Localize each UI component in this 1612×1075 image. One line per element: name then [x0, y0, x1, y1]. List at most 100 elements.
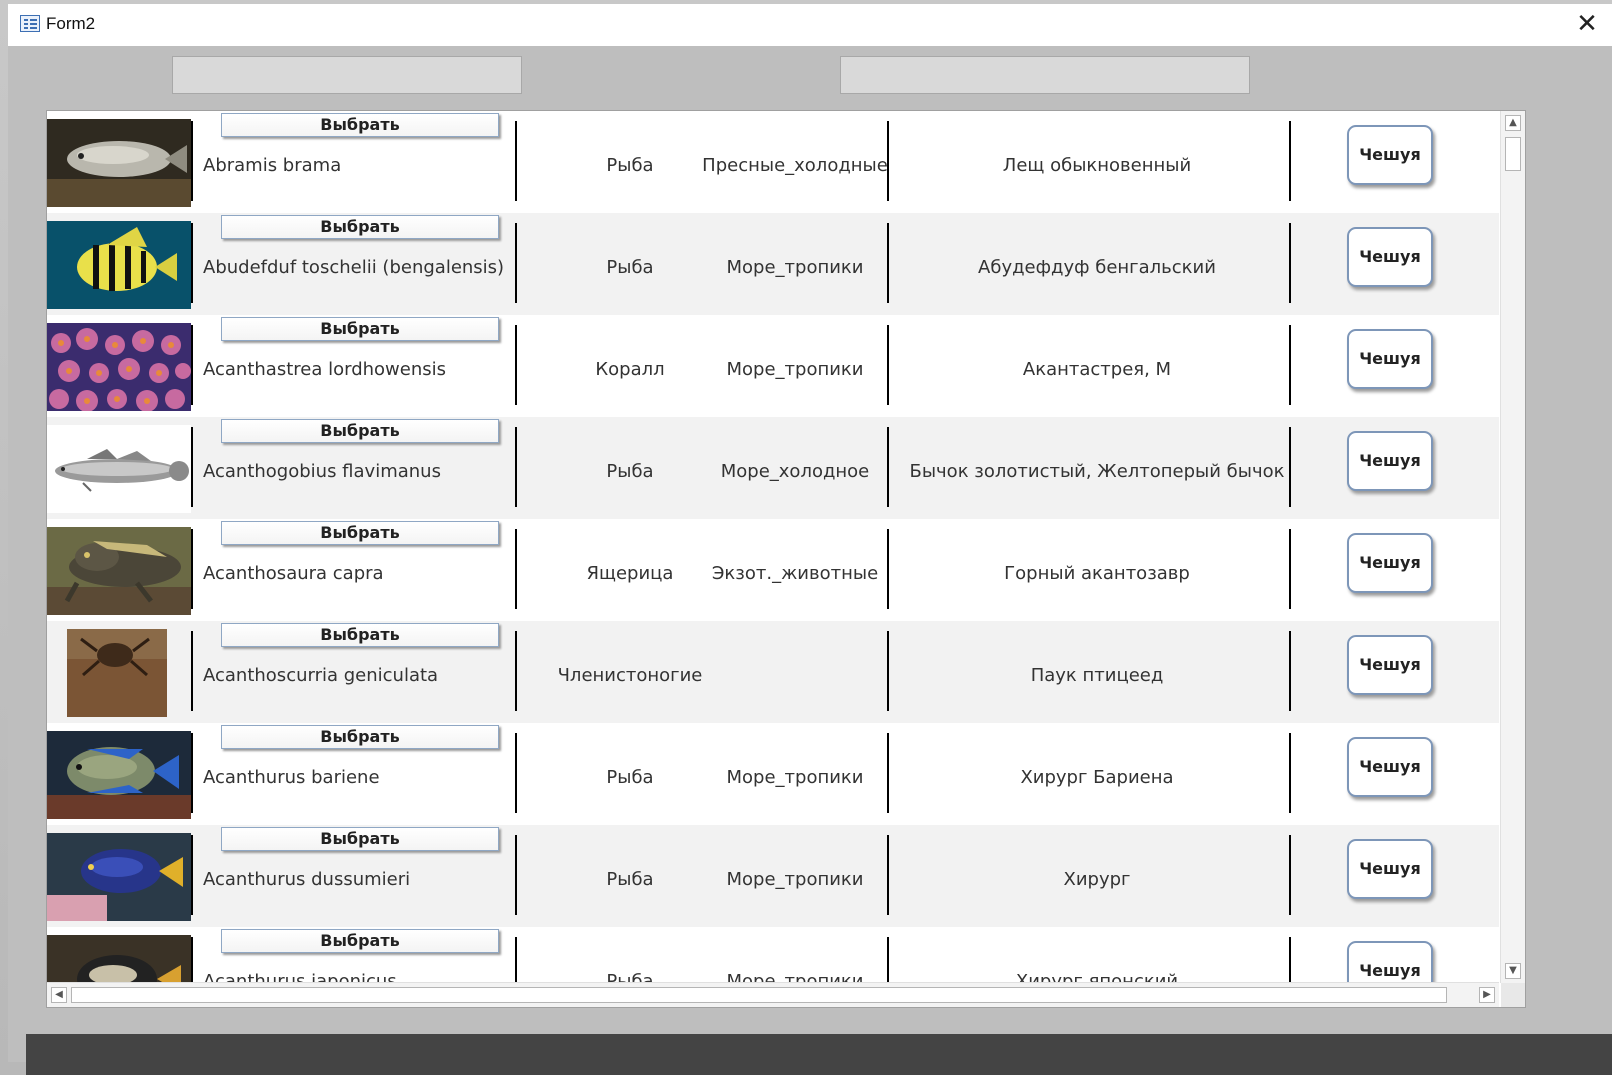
scroll-up-button[interactable]: ▲ [1505, 115, 1521, 131]
russian-name: Хирург [1063, 869, 1131, 890]
column-divider [515, 325, 517, 405]
scale-button[interactable]: Чешуя [1347, 227, 1433, 287]
species-photo [47, 221, 191, 309]
column-divider [1289, 937, 1291, 983]
column-divider [887, 937, 889, 983]
select-button[interactable]: Выбрать [221, 419, 499, 443]
column-divider [191, 121, 193, 201]
column-divider [887, 121, 889, 201]
column-divider [887, 631, 889, 711]
column-divider [515, 937, 517, 983]
list-item: Выбрать Acanthastrea lordhowensis Коралл… [47, 315, 1499, 419]
species-type: Ящерица [586, 563, 674, 584]
column-divider [515, 733, 517, 813]
scale-button[interactable]: Чешуя [1347, 329, 1433, 389]
select-button[interactable]: Выбрать [221, 929, 499, 953]
habitat: Экзот._животные [711, 563, 879, 584]
species-photo [47, 629, 191, 717]
column-divider [887, 325, 889, 405]
scroll-down-button[interactable]: ▼ [1505, 963, 1521, 979]
habitat: Море_тропики [726, 359, 864, 380]
column-divider [191, 835, 193, 915]
latin-name: Abudefduf toschelii (bengalensis) [203, 257, 505, 278]
column-divider [887, 835, 889, 915]
select-button[interactable]: Выбрать [221, 725, 499, 749]
species-type: Рыба [606, 155, 654, 176]
column-divider [515, 427, 517, 507]
select-button[interactable]: Выбрать [221, 827, 499, 851]
species-type: Рыба [606, 767, 654, 788]
scale-button[interactable]: Чешуя [1347, 941, 1433, 983]
list-item: Выбрать Acanthosaura capra Ящерица Экзот… [47, 519, 1499, 623]
horizontal-scroll-thumb[interactable] [71, 987, 1447, 1003]
header-field-right[interactable] [840, 56, 1250, 94]
vertical-scroll-thumb[interactable] [1505, 137, 1521, 171]
column-divider [191, 937, 193, 983]
column-divider [1289, 631, 1291, 711]
form-area: Выбрать Abramis brama Рыба Пресные_холод… [8, 46, 1612, 1062]
species-type: Членистоногие [557, 665, 703, 686]
scale-button[interactable]: Чешуя [1347, 125, 1433, 185]
column-divider [887, 223, 889, 303]
close-button[interactable]: ✕ [1572, 10, 1602, 40]
scale-button[interactable]: Чешуя [1347, 635, 1433, 695]
species-type: Коралл [595, 359, 665, 380]
russian-name: Горный акантозавр [1004, 563, 1190, 584]
russian-name: Акантастрея, М [1022, 359, 1172, 380]
form-icon [20, 15, 40, 32]
header-field-left[interactable] [172, 56, 522, 94]
list-item: Выбрать Acanthogobius flavimanus Рыба Мо… [47, 417, 1499, 521]
latin-name: Acanthogobius flavimanus [203, 461, 441, 482]
select-button[interactable]: Выбрать [221, 623, 499, 647]
latin-name: Acanthosaura capra [203, 563, 384, 584]
scale-button[interactable]: Чешуя [1347, 431, 1433, 491]
species-photo [47, 935, 191, 983]
scale-button[interactable]: Чешуя [1347, 737, 1433, 797]
bottom-border [26, 1034, 1612, 1075]
species-type: Рыба [606, 869, 654, 890]
select-button[interactable]: Выбрать [221, 113, 499, 137]
column-divider [887, 427, 889, 507]
column-divider [515, 631, 517, 711]
russian-name: Абудефдуф бенгальский [978, 257, 1216, 278]
column-divider [515, 529, 517, 609]
column-divider [887, 733, 889, 813]
column-divider [1289, 529, 1291, 609]
column-divider [515, 121, 517, 201]
vertical-scrollbar[interactable]: ▲ ▼ [1500, 111, 1525, 983]
column-divider [1289, 325, 1291, 405]
habitat: Море_холодное [720, 461, 870, 482]
habitat: Пресные_холодные [702, 155, 888, 176]
list-item: Выбрать Acanthoscurria geniculata Членис… [47, 621, 1499, 725]
column-divider [191, 733, 193, 813]
species-photo [47, 119, 191, 207]
species-photo [47, 323, 191, 411]
latin-name: Acanthoscurria geniculata [203, 665, 439, 686]
scrollbar-corner [1501, 983, 1525, 1007]
column-divider [515, 835, 517, 915]
horizontal-scrollbar[interactable]: ◀ ▶ [47, 982, 1499, 1007]
scroll-right-button[interactable]: ▶ [1479, 987, 1495, 1003]
select-button[interactable]: Выбрать [221, 521, 499, 545]
scale-button[interactable]: Чешуя [1347, 533, 1433, 593]
select-button[interactable]: Выбрать [221, 317, 499, 341]
list-item: Выбрать Acanthurus dussumieri Рыба Море_… [47, 825, 1499, 929]
scroll-left-button[interactable]: ◀ [51, 987, 67, 1003]
list-item: Выбрать Acanthurus japonicus Рыба Море_т… [47, 927, 1499, 983]
list-item: Выбрать Abudefduf toschelii (bengalensis… [47, 213, 1499, 317]
column-divider [1289, 835, 1291, 915]
title-bar: Form2 ✕ [8, 4, 1612, 47]
latin-name: Acanthurus dussumieri [203, 869, 411, 890]
russian-name: Бычок золотистый, Желтоперый бычок [909, 461, 1285, 482]
habitat: Море_тропики [726, 257, 864, 278]
species-photo [47, 833, 191, 921]
list-item: Выбрать Acanthurus bariene Рыба Море_тро… [47, 723, 1499, 827]
column-divider [1289, 427, 1291, 507]
species-type: Рыба [606, 257, 654, 278]
column-divider [887, 529, 889, 609]
select-button[interactable]: Выбрать [221, 215, 499, 239]
russian-name: Лещ обыкновенный [1002, 155, 1192, 176]
scale-button[interactable]: Чешуя [1347, 839, 1433, 899]
column-divider [191, 427, 193, 507]
habitat: Море_тропики [726, 869, 864, 890]
